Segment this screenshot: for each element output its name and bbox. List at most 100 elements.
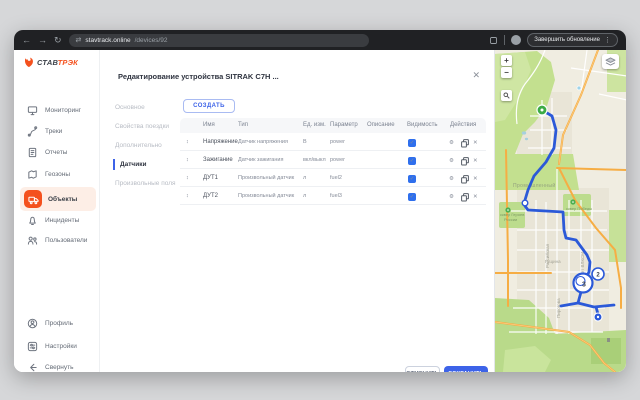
copy-icon[interactable]: [461, 139, 469, 150]
gear-icon[interactable]: ⚙: [449, 175, 454, 184]
edit-device-modal: Редактирование устройства SITRAK C7H ...…: [100, 50, 494, 372]
tab-additional[interactable]: Дополнительно: [115, 140, 162, 151]
map-layers-button[interactable]: [602, 54, 619, 69]
tab-custom-fields[interactable]: Произвольные поля: [115, 178, 176, 189]
visibility-checkbox[interactable]: ✓: [408, 139, 416, 147]
map-search-button[interactable]: [501, 90, 512, 101]
map-zoom-in-button[interactable]: +: [501, 55, 512, 66]
create-button[interactable]: СОЗДАТЬ: [183, 99, 235, 113]
site-info-icon[interactable]: ⇄: [76, 36, 82, 44]
tab-general[interactable]: Основное: [115, 102, 145, 113]
copy-icon[interactable]: [461, 157, 469, 168]
map-park-label: сквер Победы: [566, 206, 592, 211]
browser-chrome: ← → ↻ ⇄ stavtrack.online/devices/92 Заве…: [14, 30, 626, 50]
route-start-marker-dot: [541, 109, 544, 112]
kebab-menu-icon[interactable]: ⋮: [604, 36, 611, 44]
delete-icon[interactable]: ✕: [473, 175, 478, 184]
incidents-icon: [27, 215, 38, 226]
layers-icon: [605, 57, 616, 66]
monument-icon: [607, 338, 610, 342]
browser-forward-icon[interactable]: →: [38, 36, 47, 45]
gear-icon[interactable]: ⚙: [449, 193, 454, 202]
url-host: stavtrack.online: [85, 37, 130, 44]
visibility-checkbox[interactable]: ✓: [408, 175, 416, 183]
route-point-marker[interactable]: [522, 200, 528, 206]
sidebar-item-geozones[interactable]: Геозоны: [20, 166, 96, 183]
app-logo[interactable]: СТАВТРЭК: [23, 56, 78, 68]
copy-icon[interactable]: [461, 193, 469, 204]
app-page: СТАВТРЭК Мониторинг Треки Отчеты Геозоны: [14, 50, 626, 372]
delete-icon[interactable]: ✕: [473, 139, 478, 148]
table-row: ↕ ДУТ1 Произвольный датчик л fuel2 ✓ ⚙ ✕: [180, 169, 486, 187]
map-pond: [522, 131, 526, 134]
drag-handle-icon[interactable]: ↕: [186, 139, 189, 145]
extensions-icon[interactable]: [489, 36, 498, 45]
search-icon: [503, 92, 510, 99]
sidebar-item-objects[interactable]: Объекты: [20, 187, 96, 211]
profile-icon: [27, 318, 38, 329]
sidebar-item-incidents[interactable]: Инциденты: [20, 212, 96, 229]
delete-icon[interactable]: ✕: [473, 193, 478, 202]
chrome-divider: [504, 35, 505, 45]
sidebar-item-monitoring[interactable]: Мониторинг: [20, 102, 96, 119]
visibility-checkbox[interactable]: ✓: [408, 157, 416, 165]
close-icon[interactable]: ✕: [472, 70, 480, 81]
sensors-table: Имя Тип Ед. изм. Параметр Описание Видим…: [180, 118, 486, 205]
monitor-icon: [27, 105, 38, 116]
map-pond: [525, 138, 528, 140]
sidebar-item-tracks[interactable]: Треки: [20, 123, 96, 140]
copy-icon[interactable]: [461, 175, 469, 186]
logo-flame-icon: [23, 56, 35, 68]
gear-icon[interactable]: ⚙: [449, 139, 454, 148]
drag-handle-icon[interactable]: ↕: [186, 157, 189, 163]
browser-window: ← → ↻ ⇄ stavtrack.online/devices/92 Заве…: [14, 30, 626, 372]
table-row: ↕ ДУТ2 Произвольный датчик л fuel3 ✓ ⚙ ✕: [180, 187, 486, 205]
reports-icon: [27, 147, 38, 158]
route-end-marker-dot: [597, 316, 599, 318]
drag-handle-icon[interactable]: ↕: [186, 193, 189, 199]
save-button[interactable]: СОХРАНИТЬ: [444, 366, 488, 372]
tracks-icon: [27, 126, 38, 137]
cluster-large-count: 3: [582, 282, 586, 289]
sidebar-item-settings[interactable]: Настройки: [20, 338, 96, 355]
objects-icon: [24, 190, 42, 208]
settings-icon: [27, 341, 38, 352]
tab-trip-properties[interactable]: Свойства поездки: [115, 121, 169, 132]
sidebar: СТАВТРЭК Мониторинг Треки Отчеты Геозоны: [14, 50, 100, 372]
finish-update-button[interactable]: Завершить обновление ⋮: [527, 33, 618, 47]
sidebar-item-reports[interactable]: Отчеты: [20, 144, 96, 161]
browser-reload-icon[interactable]: ↻: [54, 36, 62, 45]
map-park-pobedy: [563, 194, 591, 216]
map-canvas[interactable]: Промышленный сквер Победы сквер Героев Р…: [495, 50, 626, 372]
map-zoom-out-button[interactable]: −: [501, 67, 512, 78]
map-green-patch: [609, 210, 626, 262]
collapse-icon: [27, 362, 38, 372]
map-district-label: Промышленный: [513, 182, 556, 189]
tab-sensors[interactable]: Датчики: [113, 159, 146, 170]
map-street-label: Пирогова: [556, 298, 561, 318]
park-tree-icon-dot: [572, 201, 574, 203]
sidebar-item-collapse[interactable]: Свернуть: [20, 359, 96, 372]
map-street-label: Российская: [544, 243, 550, 268]
users-icon: [27, 235, 38, 246]
map-park-label: России: [504, 217, 517, 222]
logo-text: СТАВТРЭК: [37, 58, 78, 67]
gear-icon[interactable]: ⚙: [449, 157, 454, 166]
delete-icon[interactable]: ✕: [473, 157, 478, 166]
geozones-icon: [27, 169, 38, 180]
table-header: Имя Тип Ед. изм. Параметр Описание Видим…: [180, 118, 486, 133]
map-panel[interactable]: Промышленный сквер Победы сквер Героев Р…: [494, 50, 626, 372]
drag-handle-icon[interactable]: ↕: [186, 175, 189, 181]
sidebar-item-users[interactable]: Пользователи: [20, 232, 96, 249]
table-row: ↕ Зажигание Датчик зажигания вкл/выкл po…: [180, 151, 486, 169]
cancel-button[interactable]: ОТМЕНИТЬ: [405, 366, 440, 372]
table-row: ↕ Напряжение Датчик напряжения В power ✓…: [180, 133, 486, 151]
url-path: /devices/92: [135, 37, 168, 44]
browser-back-icon[interactable]: ←: [22, 36, 31, 45]
visibility-checkbox[interactable]: ✓: [408, 193, 416, 201]
park-tree-icon-dot: [507, 209, 509, 211]
profile-avatar-icon[interactable]: [511, 35, 521, 45]
address-bar[interactable]: ⇄ stavtrack.online/devices/92: [69, 34, 369, 47]
sidebar-item-profile[interactable]: Профиль: [20, 315, 96, 332]
transit-stop-icon: [577, 86, 581, 90]
